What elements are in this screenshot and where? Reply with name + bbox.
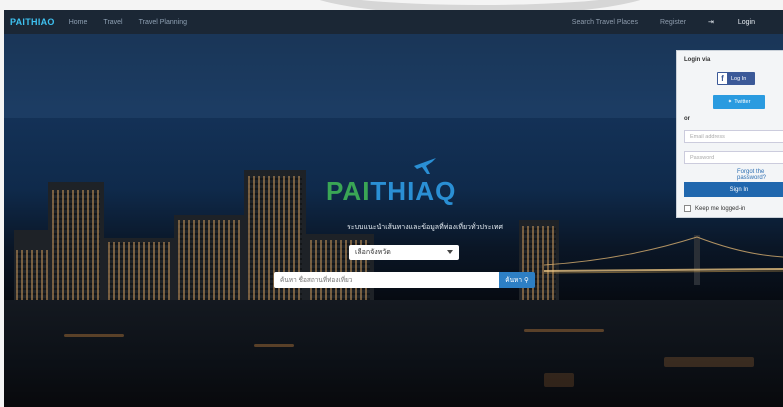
- logo-text-q: Q: [435, 176, 457, 206]
- logo-text-pai: PAI: [326, 176, 371, 206]
- water-reflection: [64, 334, 124, 337]
- login-dropdown: Login via f Log In ✦ Twitter or Email ad…: [676, 50, 783, 218]
- facebook-login-button[interactable]: f Log In: [717, 72, 755, 85]
- twitter-login-button[interactable]: ✦ Twitter: [713, 95, 765, 109]
- search-input[interactable]: [274, 272, 499, 288]
- twitter-icon: ✦: [727, 99, 733, 105]
- password-field[interactable]: Password: [684, 151, 783, 164]
- water-reflection: [524, 329, 604, 332]
- nav-link-travel[interactable]: Travel: [103, 19, 122, 26]
- keep-logged-in-option[interactable]: Keep me logged-in: [684, 205, 745, 212]
- twitter-login-label: Twitter: [734, 99, 751, 105]
- forgot-password-link[interactable]: Forgot the password?: [737, 169, 783, 181]
- email-placeholder: Email address: [690, 133, 725, 140]
- nav-link-search-places[interactable]: Search Travel Places: [572, 19, 638, 26]
- river-water: [4, 300, 783, 407]
- login-icon: ⇥: [708, 19, 714, 26]
- top-navbar: PAITHIAO Home Travel Travel Planning Sea…: [4, 10, 783, 34]
- search-icon: ⚲: [523, 277, 529, 284]
- password-placeholder: Password: [690, 154, 715, 161]
- or-divider-label: or: [684, 116, 690, 122]
- airplane-icon: [414, 158, 436, 174]
- search-button[interactable]: ค้นหา ⚲: [499, 272, 535, 288]
- bridge-illustration: [544, 235, 783, 285]
- keep-logged-in-label: Keep me logged-in: [695, 205, 746, 212]
- facebook-icon: f: [718, 73, 727, 84]
- keep-logged-in-checkbox[interactable]: [684, 205, 691, 212]
- skyline-lights: [52, 190, 100, 300]
- water-reflection: [664, 357, 754, 367]
- nav-login-label: Login: [737, 19, 755, 26]
- hero-logo: PAITHIAQ: [326, 176, 456, 207]
- search-button-label: ค้นหา: [505, 277, 522, 284]
- brand-logo[interactable]: PAITHIAO: [10, 17, 55, 27]
- nav-link-register[interactable]: Register: [660, 19, 686, 26]
- browser-viewport: PAITHIAO Home Travel Travel Planning Sea…: [4, 10, 783, 407]
- logo-text-thia: THIA: [370, 176, 436, 206]
- nav-right-group: Search Travel Places Register ⇥ Login: [572, 18, 783, 27]
- chevron-down-icon: [447, 250, 453, 254]
- email-field[interactable]: Email address: [684, 130, 783, 143]
- hero-tagline: ระบบแนะนำเส้นทางและข้อมูลที่ท่องเที่ยวทั…: [347, 224, 503, 231]
- nav-link-home[interactable]: Home: [69, 19, 88, 26]
- login-via-title: Login via: [684, 57, 711, 63]
- water-reflection: [544, 373, 574, 387]
- facebook-login-label: Log In: [731, 75, 747, 82]
- nav-login-button[interactable]: ⇥ Login: [708, 18, 777, 26]
- nav-link-travel-planning[interactable]: Travel Planning: [139, 19, 187, 26]
- sign-in-button[interactable]: Sign In: [684, 182, 783, 197]
- hero-sky-band: [4, 34, 783, 118]
- water-reflection: [254, 344, 294, 347]
- skyline-lights: [108, 242, 170, 300]
- skyline-lights: [178, 220, 240, 300]
- province-select[interactable]: เลือกจังหวัด: [349, 245, 459, 260]
- province-select-value: เลือกจังหวัด: [355, 249, 391, 256]
